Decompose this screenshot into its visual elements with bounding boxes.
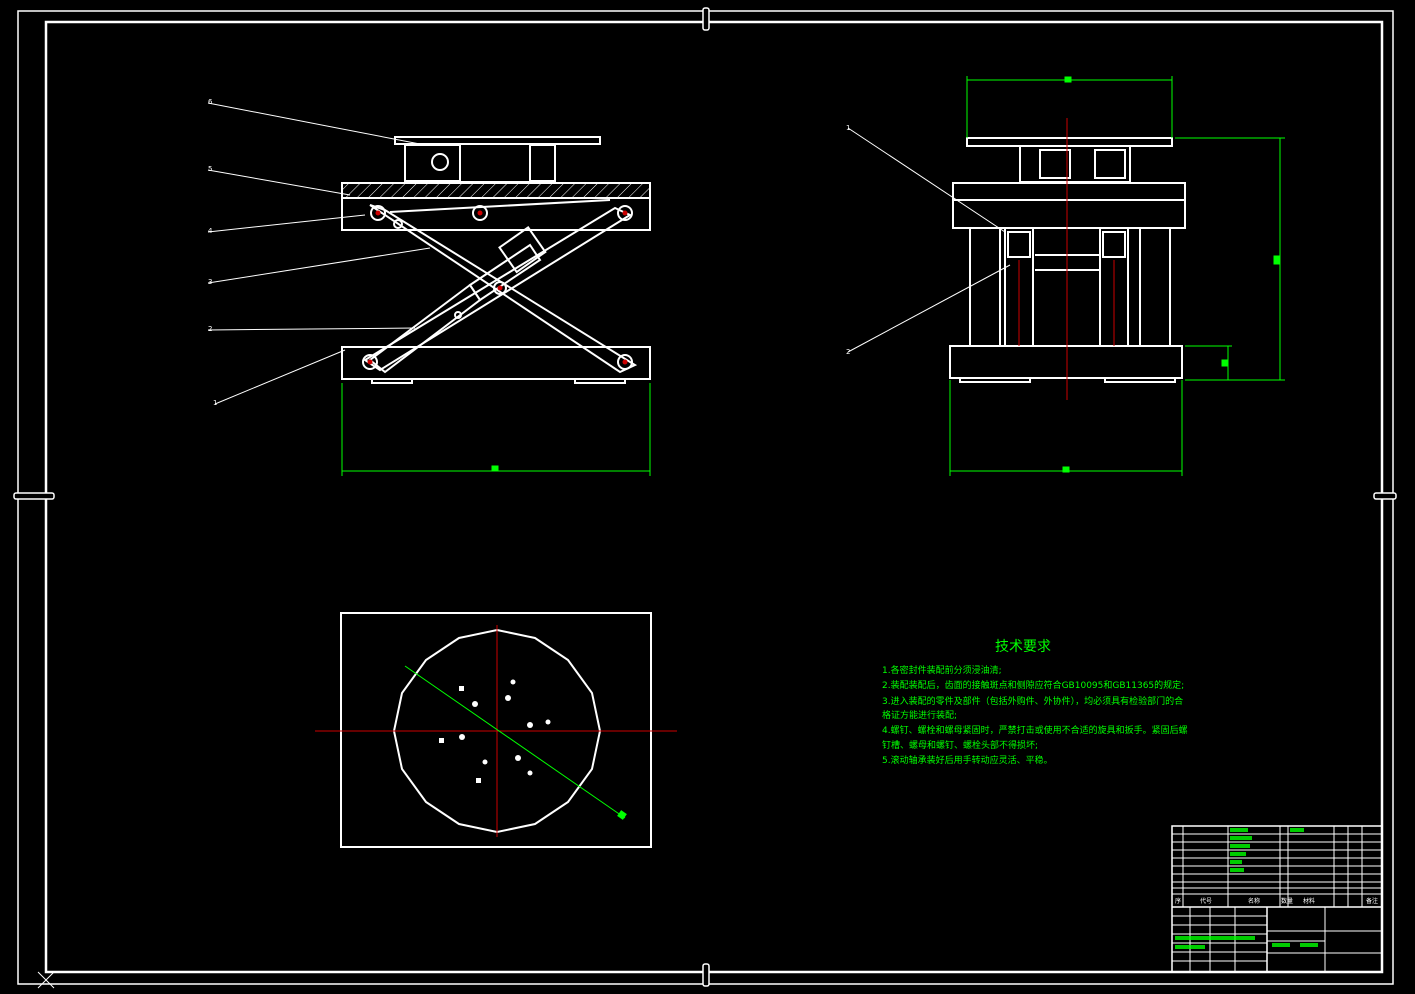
- part-label: 2: [208, 325, 212, 333]
- tech-req-line: 4.螺钉、螺栓和螺母紧固时，严禁打击或使用不合适的旋具和扳手。紧固后螺: [882, 724, 1188, 736]
- tech-req-line: 格证方能进行装配;: [882, 709, 957, 721]
- tech-req-title: 技术要求: [995, 639, 1051, 655]
- top-view-centerlines: [315, 625, 677, 837]
- part-labels: 6 5 4 3 2 1: [208, 98, 217, 407]
- side-view-label: 2: [846, 348, 850, 356]
- part-label: 6: [208, 98, 213, 106]
- technical-requirements: 技术要求 1.各密封件装配前分须浸油清; 2.装配装配后，齿面的接触斑点和侧隙应…: [882, 639, 1188, 766]
- tech-req-line: 1.各密封件装配前分须浸油清;: [882, 664, 1002, 676]
- tech-req-line: 3.进入装配的零件及部件（包括外购件、外协件），均必须具有检验部门的合: [882, 695, 1183, 707]
- top-view: [340, 612, 652, 848]
- tb-header: 材料: [1303, 897, 1315, 905]
- part-label: 1: [213, 399, 217, 407]
- sheet-border: [13, 7, 1397, 989]
- part-label: 3: [208, 278, 212, 286]
- drawing-sheet: 6 5 4 3 2 1 1 2 技术要求 1.各密封件装配前分须浸油清; 2.装…: [13, 7, 1397, 989]
- part-label: 4: [208, 227, 213, 235]
- side-view-label: 1: [846, 124, 850, 132]
- tb-header: 数量: [1281, 897, 1293, 905]
- tb-header: 序: [1175, 897, 1181, 905]
- tb-header: 代号: [1200, 897, 1212, 905]
- tech-req-line: 5.滚动轴承装好后用手转动应灵活、平稳。: [882, 754, 1053, 766]
- front-view-dimension: [341, 383, 651, 476]
- tb-header: 名称: [1248, 897, 1260, 905]
- side-view-leaders: [847, 127, 1011, 353]
- tech-req-line: 钉槽、螺母和螺钉、螺栓头部不得损坏;: [882, 739, 1038, 751]
- top-view-diameter-dimension: [404, 665, 627, 820]
- part-label: 5: [208, 165, 212, 173]
- tb-header: 备注: [1366, 897, 1378, 905]
- tech-req-line: 2.装配装配后，齿面的接触斑点和侧隙应符合GB10095和GB11365的规定;: [882, 679, 1184, 691]
- front-view: [341, 136, 651, 384]
